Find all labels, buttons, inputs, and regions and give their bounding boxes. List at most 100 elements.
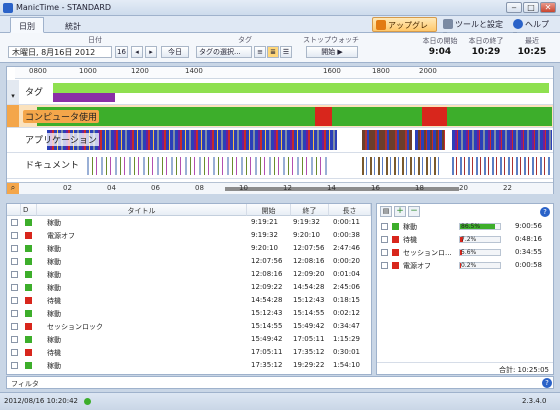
app-version: 2.3.4.0 xyxy=(522,397,547,405)
row-start: 14:54:28 xyxy=(251,296,283,304)
row-color-swatch xyxy=(25,349,32,356)
calendar-icon[interactable]: 16 xyxy=(115,46,128,58)
table-row[interactable]: 稼動 17:35:12 19:29:22 1:54:10 xyxy=(7,360,371,372)
help-button[interactable]: ヘルプ ▾ xyxy=(510,17,558,39)
collapse-icon[interactable]: ▾ xyxy=(7,80,19,104)
compact-view-icon[interactable]: ☰ xyxy=(280,46,292,58)
table-row[interactable]: 電源オフ 9:19:32 9:20:10 0:00:38 xyxy=(7,230,371,242)
computer-usage-lane[interactable]: コンピュータ使用 xyxy=(7,105,553,128)
overview-tick: 20 xyxy=(459,184,468,192)
row-checkbox[interactable] xyxy=(11,323,18,330)
row-checkbox[interactable] xyxy=(11,245,18,252)
stopwatch-start-button[interactable]: 開始 ▶ xyxy=(306,46,358,58)
add-icon[interactable]: + xyxy=(394,206,406,217)
column-d[interactable]: D xyxy=(21,204,37,216)
tag-group-label: タグ xyxy=(238,36,252,44)
table-row[interactable]: 稼動 9:19:21 9:19:32 0:00:11 xyxy=(7,217,371,229)
filter-bar[interactable]: フィルタ ? xyxy=(6,376,554,389)
activity-list: D タイトル 開始 終了 長さ 稼動 9:19:21 9:19:32 0:00:11 電… xyxy=(6,203,372,375)
row-start: 9:20:10 xyxy=(251,244,278,252)
row-duration: 0:00:38 xyxy=(333,231,360,239)
column-duration[interactable]: 長さ xyxy=(329,204,371,216)
table-row[interactable]: 稼動 15:12:43 15:14:55 0:02:12 xyxy=(7,308,371,320)
summary-row[interactable]: 電源オフ 0.2% 0:00:58 xyxy=(377,260,553,272)
row-checkbox[interactable] xyxy=(11,297,18,304)
summary-checkbox[interactable] xyxy=(381,249,388,256)
lane-selected-marker xyxy=(7,105,19,127)
detail-view-icon[interactable]: ≣ xyxy=(267,46,279,58)
overview-ruler[interactable]: ⌕ 02 04 06 08 10 12 14 16 18 20 22 xyxy=(7,182,553,194)
remove-icon[interactable]: − xyxy=(408,206,420,217)
upgrade-button[interactable]: アップグレード xyxy=(372,17,437,41)
usage-segment xyxy=(315,107,332,126)
list-view-icon[interactable]: ≡ xyxy=(254,46,266,58)
timeline[interactable]: 0800 1000 1200 1400 1600 1800 2000 ▾ タグ … xyxy=(6,66,554,194)
table-row[interactable]: 待機 17:05:11 17:35:12 0:30:01 xyxy=(7,347,371,359)
overview-tick: 04 xyxy=(107,184,116,192)
applications-lane[interactable]: アプリケーション xyxy=(7,128,553,153)
row-end: 9:19:32 xyxy=(293,218,320,226)
summary-panel: ▤ + − ? 稼動 86.5% 9:00:56 待機 7.2% 0:48:16 セッション… xyxy=(376,203,554,375)
row-duration: 2:45:06 xyxy=(333,283,360,291)
usage-segment xyxy=(447,107,552,126)
column-start[interactable]: 開始 xyxy=(247,204,291,216)
table-row[interactable]: 稼動 12:08:16 12:09:20 0:01:04 xyxy=(7,269,371,281)
table-row[interactable]: 稼動 12:09:22 14:54:28 2:45:06 xyxy=(7,282,371,294)
today-button[interactable]: 今日 xyxy=(161,46,189,58)
upgrade-icon xyxy=(376,20,386,30)
summary-row[interactable]: 待機 7.2% 0:48:16 xyxy=(377,234,553,246)
maximize-button[interactable]: □ xyxy=(523,2,539,13)
tags-lane[interactable]: ▾ タグ xyxy=(7,80,553,105)
tag-bar xyxy=(53,93,115,102)
ribbon-bar: 日別 統計 アップグレード ツールと設定 ▾ ヘルプ ▾ xyxy=(0,16,560,41)
copy-icon[interactable]: ▤ xyxy=(380,206,392,217)
row-duration: 0:30:01 xyxy=(333,348,360,356)
row-checkbox[interactable] xyxy=(11,219,18,226)
row-checkbox[interactable] xyxy=(11,258,18,265)
documents-lane[interactable]: ドキュメント xyxy=(7,153,553,179)
tools-label: ツールと設定 xyxy=(455,20,503,29)
summary-checkbox[interactable] xyxy=(381,262,388,269)
filter-help-icon[interactable]: ? xyxy=(542,378,552,388)
tag-select-button[interactable]: タグの選択... xyxy=(196,46,252,58)
column-check[interactable] xyxy=(7,204,21,216)
summary-checkbox[interactable] xyxy=(381,223,388,230)
table-row[interactable]: 稼動 12:07:56 12:08:16 0:00:20 xyxy=(7,256,371,268)
row-start: 17:05:11 xyxy=(251,348,283,356)
row-title: 稼動 xyxy=(47,310,61,318)
summary-row[interactable]: 稼動 86.5% 9:00:56 xyxy=(377,221,553,233)
lane-label-documents: ドキュメント xyxy=(23,158,82,171)
usage-segment xyxy=(332,107,422,126)
table-row[interactable]: セッションロック 15:14:55 15:49:42 0:34:47 xyxy=(7,321,371,333)
date-field[interactable]: 木曜日, 8月16日 2012 xyxy=(8,46,112,58)
prev-day-button[interactable]: ◂ xyxy=(131,46,143,58)
overview-tick: 22 xyxy=(503,184,512,192)
table-row[interactable]: 待機 14:54:28 15:12:43 0:18:15 xyxy=(7,295,371,307)
column-end[interactable]: 終了 xyxy=(291,204,329,216)
tab-stats[interactable]: 統計 xyxy=(56,17,90,33)
row-checkbox[interactable] xyxy=(11,310,18,317)
summary-row[interactable]: セッションロ... 5.6% 0:34:55 xyxy=(377,247,553,259)
stopwatch-group-label: ストップウォッチ xyxy=(303,36,359,44)
table-row[interactable]: 稼動 15:49:42 17:05:11 1:15:29 xyxy=(7,334,371,346)
column-title[interactable]: タイトル xyxy=(37,204,247,216)
row-checkbox[interactable] xyxy=(11,362,18,369)
summary-color-swatch xyxy=(392,236,399,243)
row-checkbox[interactable] xyxy=(11,349,18,356)
minimize-button[interactable]: ‒ xyxy=(506,2,522,13)
help-icon[interactable]: ? xyxy=(540,207,550,217)
next-day-button[interactable]: ▸ xyxy=(145,46,157,58)
lane-label-applications: アプリケーション xyxy=(23,133,99,146)
tools-settings-button[interactable]: ツールと設定 ▾ xyxy=(440,17,507,39)
row-checkbox[interactable] xyxy=(11,232,18,239)
row-checkbox[interactable] xyxy=(11,284,18,291)
summary-checkbox[interactable] xyxy=(381,236,388,243)
row-checkbox[interactable] xyxy=(11,271,18,278)
row-end: 14:54:28 xyxy=(293,283,325,291)
table-row[interactable]: 稼動 9:20:10 12:07:56 2:47:46 xyxy=(7,243,371,255)
zoom-icon[interactable]: ⌕ xyxy=(7,183,19,194)
tab-daily[interactable]: 日別 xyxy=(10,17,44,33)
close-button[interactable]: ✕ xyxy=(540,2,556,13)
row-color-swatch xyxy=(25,232,32,239)
row-checkbox[interactable] xyxy=(11,336,18,343)
